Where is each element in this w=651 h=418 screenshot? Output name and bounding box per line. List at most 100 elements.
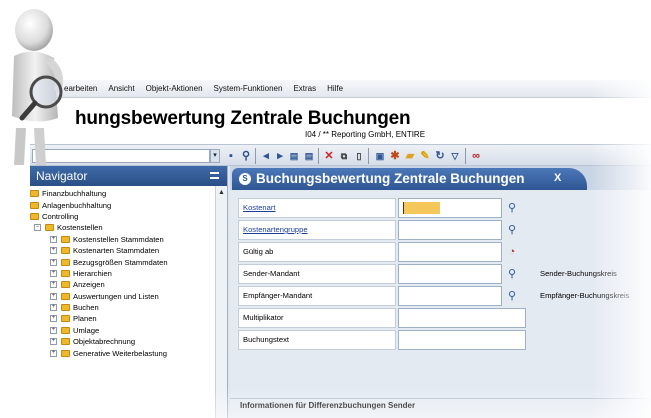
settings-icon[interactable]: ✱ bbox=[388, 149, 402, 163]
search-icon[interactable]: ⚲ bbox=[504, 266, 520, 282]
tree-item-kostenstellen-stammdaten[interactable]: + Kostenstellen Stammdaten bbox=[30, 234, 227, 245]
gueltig-ab-label: Gültig ab bbox=[238, 242, 396, 262]
link-icon[interactable]: ∞ bbox=[469, 149, 483, 163]
buchungstext-input[interactable] bbox=[398, 330, 526, 350]
navigator-panel: Navigator Finanzbuchhaltung Anlagenbuchh… bbox=[30, 166, 228, 418]
toolbar-separator bbox=[465, 148, 466, 164]
kostenartengruppe-input[interactable] bbox=[398, 220, 502, 240]
navigator-menu-icon[interactable] bbox=[210, 172, 219, 179]
close-icon[interactable]: X bbox=[554, 172, 561, 184]
find-icon[interactable]: ⚲ bbox=[239, 149, 253, 163]
sender-mandant-input[interactable] bbox=[398, 264, 502, 284]
folder-open-icon bbox=[30, 212, 39, 220]
last-page-icon[interactable]: ▤ bbox=[302, 149, 316, 163]
copy-icon[interactable]: ⧉ bbox=[337, 149, 351, 163]
refresh-icon[interactable]: ↻ bbox=[433, 149, 447, 163]
folder-icon bbox=[61, 235, 70, 243]
tree-item-label: Controlling bbox=[42, 211, 79, 221]
toolbar-separator bbox=[318, 148, 319, 164]
tree-item-bezugsgroessen-stammdaten[interactable]: + Bezugsgrößen Stammdaten bbox=[30, 256, 227, 267]
tree-item-anlagenbuchhaltung[interactable]: Anlagenbuchhaltung bbox=[30, 199, 227, 210]
buchungstext-label: Buchungstext bbox=[238, 330, 396, 350]
expand-icon[interactable]: + bbox=[50, 258, 57, 266]
tab-buchungsbewertung[interactable]: S Buchungsbewertung Zentrale Buchungen X bbox=[232, 168, 587, 190]
save-icon[interactable]: ▪ bbox=[224, 149, 238, 163]
menu-objekt-aktionen[interactable]: Objekt-Aktionen bbox=[146, 84, 203, 93]
tree-item-label: Bezugsgrößen Stammdaten bbox=[73, 257, 168, 267]
tree-item-auswertungen-und-listen[interactable]: + Auswertungen und Listen bbox=[30, 291, 227, 302]
tree-item-generative-weiterbelastung[interactable]: + Generative Weiterbelastung bbox=[30, 347, 227, 358]
folder-icon bbox=[30, 201, 39, 209]
scroll-up-icon[interactable]: ▲ bbox=[217, 188, 226, 197]
prev-page-icon[interactable]: ▤ bbox=[287, 149, 301, 163]
filter-icon[interactable]: ▽ bbox=[448, 149, 462, 163]
folder-icon bbox=[61, 338, 70, 346]
tree-item-anzeigen[interactable]: + Anzeigen bbox=[30, 279, 227, 290]
tree-item-finanzbuchhaltung[interactable]: Finanzbuchhaltung bbox=[30, 188, 227, 199]
toolbar: ▾ ▪ ⚲ ◂ ▸ ▤ ▤ ✕ ⧉ ▯ ▣ ✱ ▰ ✎ ↻ ▽ ∞ bbox=[30, 144, 651, 166]
tree-item-label: Generative Weiterbelastung bbox=[73, 348, 167, 358]
search-icon[interactable]: ⚲ bbox=[504, 222, 520, 238]
expand-icon[interactable]: + bbox=[50, 235, 57, 243]
tree-item-label: Umlage bbox=[73, 325, 100, 335]
folder-icon bbox=[30, 190, 39, 198]
print-icon[interactable]: ▣ bbox=[373, 149, 387, 163]
toolbar-separator bbox=[255, 148, 256, 164]
expand-icon[interactable]: + bbox=[50, 349, 57, 357]
screenshot-scene: earbeiten Ansicht Objekt-Aktionen System… bbox=[0, 0, 651, 418]
expand-icon[interactable]: + bbox=[50, 269, 57, 277]
calendar-icon[interactable]: ◔ bbox=[504, 244, 520, 260]
figure-with-magnifier-icon bbox=[12, 9, 63, 165]
expand-icon[interactable]: + bbox=[50, 292, 57, 300]
tree-item-label: Objektabrechnung bbox=[73, 337, 136, 347]
menu-hilfe[interactable]: Hilfe bbox=[327, 84, 343, 93]
edit-icon[interactable]: ✎ bbox=[418, 149, 432, 163]
folder-icon bbox=[61, 326, 70, 334]
page-title: hungsbewertung Zentrale Buchungen bbox=[75, 108, 411, 129]
expand-icon[interactable]: + bbox=[50, 304, 57, 312]
folder-icon bbox=[61, 247, 70, 255]
next-icon[interactable]: ▸ bbox=[273, 149, 287, 163]
empfaenger-mandant-input[interactable] bbox=[398, 286, 502, 306]
tree-item-hierarchien[interactable]: + Hierarchien bbox=[30, 268, 227, 279]
sender-buchungskreis-label: Sender-Buchungskreis bbox=[540, 269, 617, 278]
folder-icon bbox=[61, 281, 70, 289]
folder-icon[interactable]: ▰ bbox=[403, 149, 417, 163]
command-dropdown-icon[interactable]: ▾ bbox=[210, 149, 220, 163]
tree-item-planen[interactable]: + Planen bbox=[30, 313, 227, 324]
tree-item-buchen[interactable]: + Buchen bbox=[30, 302, 227, 313]
empfaenger-buchungskreis-label: Empfänger-Buchungskreis bbox=[540, 291, 630, 300]
gueltig-ab-input[interactable] bbox=[398, 242, 502, 262]
search-icon[interactable]: ⚲ bbox=[504, 288, 520, 304]
app-window: earbeiten Ansicht Objekt-Aktionen System… bbox=[30, 80, 651, 418]
new-document-icon[interactable]: ▯ bbox=[352, 149, 366, 163]
toolbar-separator bbox=[368, 148, 369, 164]
expand-icon[interactable]: + bbox=[50, 315, 57, 323]
tree-item-objektabrechnung[interactable]: + Objektabrechnung bbox=[30, 336, 227, 347]
search-icon[interactable]: ⚲ bbox=[504, 200, 520, 216]
navigator-scrollbar[interactable]: ▲ bbox=[215, 186, 227, 418]
collapse-icon[interactable]: − bbox=[34, 224, 41, 232]
tree-item-umlage[interactable]: + Umlage bbox=[30, 325, 227, 336]
multiplikator-input[interactable] bbox=[398, 308, 526, 328]
tree-item-kostenstellen[interactable]: − Kostenstellen bbox=[30, 222, 227, 233]
tree-item-label: Planen bbox=[73, 314, 97, 324]
tree-item-kostenarten-stammdaten[interactable]: + Kostenarten Stammdaten bbox=[30, 245, 227, 256]
expand-icon[interactable]: + bbox=[50, 326, 57, 334]
kostenart-input[interactable] bbox=[398, 198, 502, 218]
kostenart-label[interactable]: Kostenart bbox=[238, 198, 396, 218]
expand-icon[interactable]: + bbox=[50, 281, 57, 289]
menu-ansicht[interactable]: Ansicht bbox=[108, 84, 134, 93]
navigator-title: Navigator bbox=[36, 169, 88, 183]
first-icon[interactable]: ◂ bbox=[259, 149, 273, 163]
expand-icon[interactable]: + bbox=[50, 247, 57, 255]
folder-open-icon bbox=[45, 224, 54, 232]
delete-icon[interactable]: ✕ bbox=[322, 149, 336, 163]
menu-system-funktionen[interactable]: System-Funktionen bbox=[214, 84, 283, 93]
section-heading: Informationen für Differenzbuchungen Sen… bbox=[230, 398, 651, 418]
expand-icon[interactable]: + bbox=[50, 338, 57, 346]
kostenartengruppe-label[interactable]: Kostenartengruppe bbox=[238, 220, 396, 240]
tree-item-controlling[interactable]: Controlling bbox=[30, 211, 227, 222]
tree-item-label: Auswertungen und Listen bbox=[73, 291, 159, 301]
menu-extras[interactable]: Extras bbox=[293, 84, 316, 93]
